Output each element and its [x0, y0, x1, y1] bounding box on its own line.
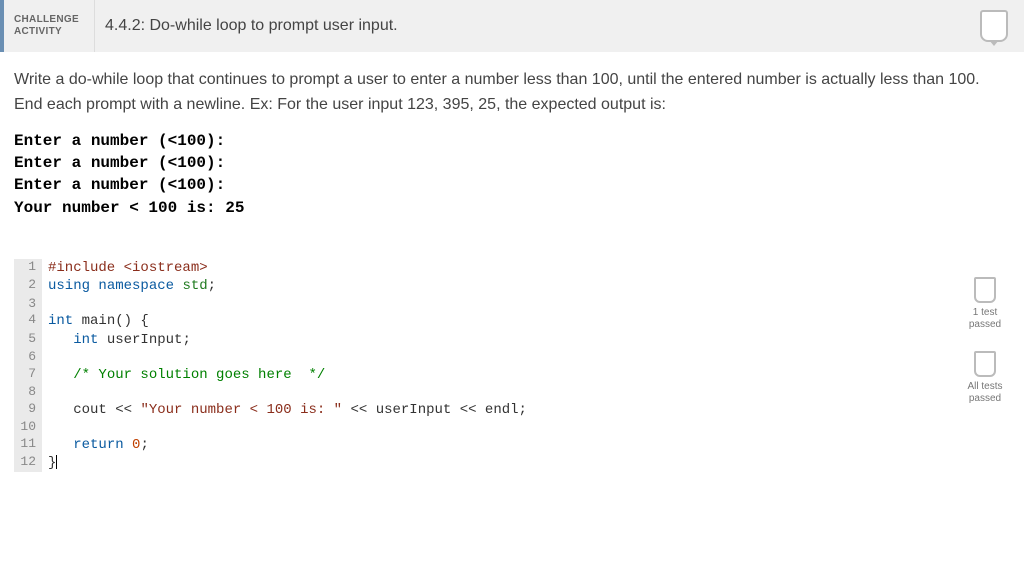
code-content[interactable] — [42, 349, 48, 366]
one-test-badge: 1 test passed — [960, 277, 1010, 331]
test-label: passed — [960, 393, 1010, 405]
code-line[interactable]: 6 — [14, 349, 952, 366]
code-line[interactable]: 5 int userInput; — [14, 331, 952, 349]
code-editor[interactable]: 1#include <iostream>2using namespace std… — [14, 259, 952, 472]
test-label: passed — [960, 319, 1010, 331]
code-content[interactable]: cout << "Your number < 100 is: " << user… — [42, 401, 527, 419]
code-line[interactable]: 3 — [14, 296, 952, 313]
line-number: 12 — [14, 454, 42, 472]
code-line[interactable]: 12} — [14, 454, 952, 472]
test-label: All tests — [960, 381, 1010, 393]
line-number: 4 — [14, 312, 42, 330]
shield-icon — [980, 10, 1008, 42]
code-content[interactable]: } — [42, 454, 57, 472]
challenge-header: CHALLENGE ACTIVITY 4.4.2: Do-while loop … — [0, 0, 1024, 52]
line-number: 5 — [14, 331, 42, 349]
code-content[interactable]: using namespace std; — [42, 277, 216, 295]
code-content[interactable]: /* Your solution goes here */ — [42, 366, 325, 384]
code-line[interactable]: 8 — [14, 384, 952, 401]
line-number: 9 — [14, 401, 42, 419]
instructions-text: Write a do-while loop that continues to … — [14, 68, 1010, 118]
code-content[interactable]: #include <iostream> — [42, 259, 208, 277]
test-label: 1 test — [960, 307, 1010, 319]
code-content[interactable]: int userInput; — [42, 331, 191, 349]
code-content[interactable]: int main() { — [42, 312, 149, 330]
challenge-activity-label: CHALLENGE ACTIVITY — [4, 14, 94, 38]
code-line[interactable]: 10 — [14, 419, 952, 436]
shield-icon — [974, 351, 996, 377]
code-line[interactable]: 1#include <iostream> — [14, 259, 952, 277]
code-line[interactable]: 11 return 0; — [14, 436, 952, 454]
line-number: 7 — [14, 366, 42, 384]
line-number: 10 — [14, 419, 42, 436]
label-line-2: ACTIVITY — [14, 26, 84, 38]
line-number: 1 — [14, 259, 42, 277]
line-number: 2 — [14, 277, 42, 295]
code-content[interactable] — [42, 384, 48, 401]
challenge-title: 4.4.2: Do-while loop to prompt user inpu… — [94, 0, 398, 52]
line-number: 3 — [14, 296, 42, 313]
code-content[interactable]: return 0; — [42, 436, 149, 454]
code-line[interactable]: 2using namespace std; — [14, 277, 952, 295]
all-tests-badge: All tests passed — [960, 351, 1010, 405]
code-line[interactable]: 4int main() { — [14, 312, 952, 330]
expected-output: Enter a number (<100): Enter a number (<… — [14, 130, 1010, 220]
label-line-1: CHALLENGE — [14, 14, 84, 26]
line-number: 8 — [14, 384, 42, 401]
code-line[interactable]: 7 /* Your solution goes here */ — [14, 366, 952, 384]
shield-icon — [974, 277, 996, 303]
code-content[interactable] — [42, 296, 48, 313]
code-line[interactable]: 9 cout << "Your number < 100 is: " << us… — [14, 401, 952, 419]
line-number: 11 — [14, 436, 42, 454]
line-number: 6 — [14, 349, 42, 366]
test-status-sidebar: 1 test passed All tests passed — [952, 259, 1010, 472]
code-content[interactable] — [42, 419, 48, 436]
